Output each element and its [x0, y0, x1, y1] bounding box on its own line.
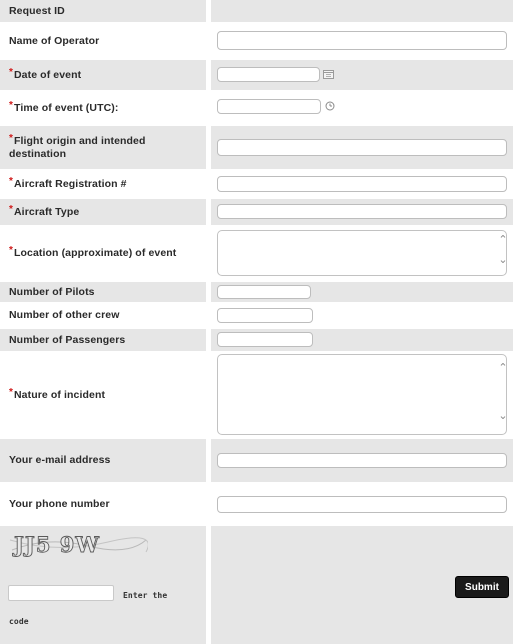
time-row: * Time of event (UTC): — [0, 90, 513, 126]
operator-row: Name of Operator — [0, 22, 513, 60]
phone-input[interactable] — [217, 496, 507, 513]
submit-cell: Submit — [211, 526, 513, 644]
submit-button[interactable]: Submit — [455, 576, 509, 598]
required-marker: * — [9, 245, 13, 256]
required-marker: * — [9, 66, 13, 78]
required-marker: * — [9, 386, 13, 398]
crew-input[interactable] — [217, 308, 313, 323]
passengers-input[interactable] — [217, 332, 313, 347]
incident-report-form: Request ID Name of Operator * Date of eve… — [0, 0, 513, 644]
location-row: * Location (approximate) of event ⌃ ⌄ — [0, 225, 513, 282]
phone-label: Your phone number — [0, 482, 206, 526]
date-row: * Date of event — [0, 60, 513, 90]
passengers-label: Number of Passengers — [0, 329, 206, 351]
request-id-label: Request ID — [0, 0, 206, 22]
captcha-input-label-cont: code — [9, 617, 29, 626]
date-label: * Date of event — [0, 60, 206, 90]
captcha-row: JJ5 9W Enter the code Submit — [0, 526, 513, 644]
captcha-input[interactable] — [8, 585, 114, 601]
nature-label: * Nature of incident — [0, 351, 206, 439]
svg-text:JJ5 9W: JJ5 9W — [12, 532, 100, 557]
location-textarea[interactable] — [217, 230, 507, 276]
time-input[interactable] — [217, 99, 321, 114]
nature-row: * Nature of incident ⌃ ⌄ — [0, 351, 513, 439]
flight-row: *Flight origin and intended destination — [0, 126, 513, 169]
email-row: Your e-mail address — [0, 439, 513, 482]
request-id-value — [211, 0, 513, 22]
time-label: * Time of event (UTC): — [0, 90, 206, 126]
registration-label: * Aircraft Registration # — [0, 169, 206, 199]
date-input[interactable] — [217, 67, 320, 82]
passengers-row: Number of Passengers — [0, 329, 513, 351]
scroll-down-icon[interactable]: ⌄ — [498, 255, 508, 266]
phone-row: Your phone number — [0, 482, 513, 526]
location-label: * Location (approximate) of event — [0, 225, 206, 282]
email-input[interactable] — [217, 453, 507, 468]
flight-label: *Flight origin and intended destination — [0, 126, 206, 169]
scroll-up-icon[interactable]: ⌃ — [498, 363, 508, 374]
scroll-up-icon[interactable]: ⌃ — [498, 235, 508, 246]
required-marker: * — [9, 132, 13, 144]
pilots-label: Number of Pilots — [0, 282, 206, 302]
clock-icon[interactable] — [325, 101, 335, 111]
type-input[interactable] — [217, 204, 507, 219]
registration-input[interactable] — [217, 176, 507, 192]
flight-input[interactable] — [217, 139, 507, 156]
request-id-row: Request ID — [0, 0, 513, 22]
required-marker: * — [9, 175, 13, 187]
pilots-row: Number of Pilots — [0, 282, 513, 302]
nature-textarea[interactable] — [217, 354, 507, 435]
captcha-cell: JJ5 9W Enter the code — [0, 526, 206, 644]
crew-label: Number of other crew — [0, 302, 206, 329]
required-marker: * — [9, 203, 13, 215]
email-label: Your e-mail address — [0, 439, 206, 482]
registration-row: * Aircraft Registration # — [0, 169, 513, 199]
calendar-icon[interactable] — [323, 69, 334, 79]
type-label: * Aircraft Type — [0, 199, 206, 225]
operator-input[interactable] — [217, 31, 507, 50]
scroll-down-icon[interactable]: ⌄ — [498, 411, 508, 422]
required-marker: * — [9, 99, 13, 111]
pilots-input[interactable] — [217, 285, 311, 299]
captcha-image: JJ5 9W — [8, 530, 148, 558]
operator-label: Name of Operator — [0, 22, 206, 60]
crew-row: Number of other crew — [0, 302, 513, 329]
captcha-input-label: Enter the — [123, 591, 168, 600]
type-row: * Aircraft Type — [0, 199, 513, 225]
